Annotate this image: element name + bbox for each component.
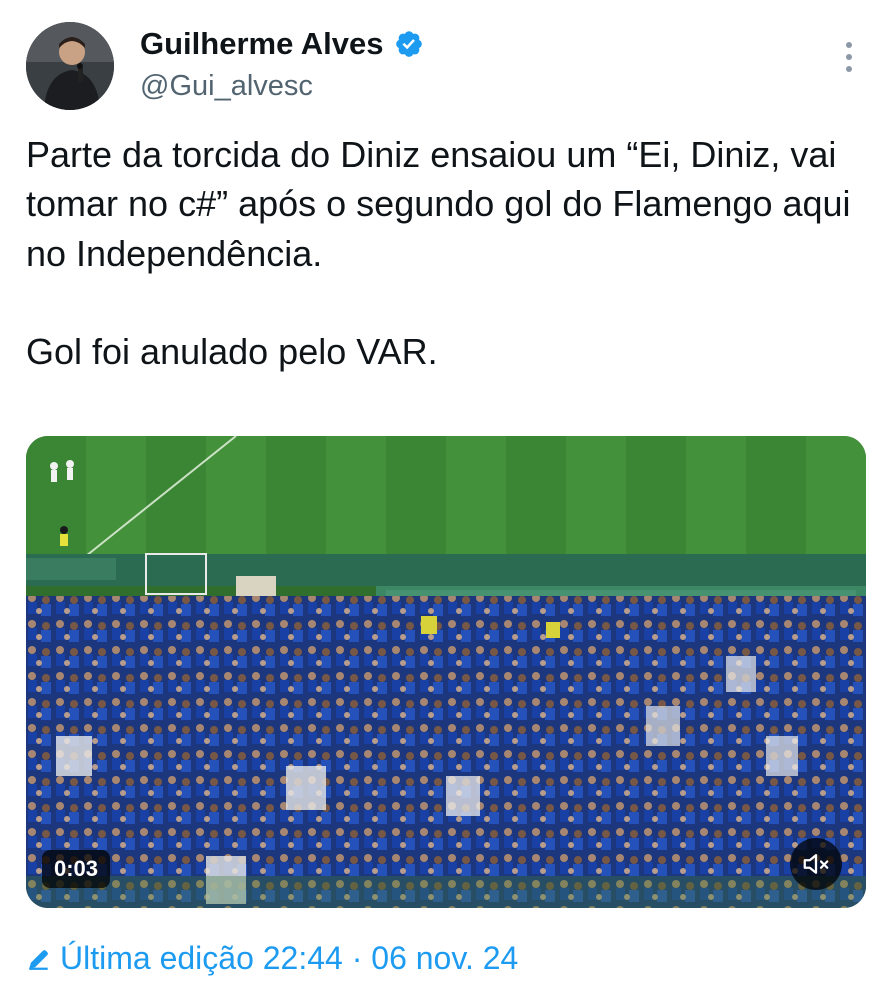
author-handle[interactable]: @Gui_alvesc: [140, 70, 313, 103]
video-frame-stadium: [26, 436, 866, 908]
edit-label: Última edição 22:44 · 06 nov. 24: [60, 940, 519, 976]
tweet-text: Parte da torcida do Diniz ensaiou um “Ei…: [26, 130, 866, 376]
author-name-row: Guilherme Alves: [140, 26, 424, 62]
tweet-paragraph: Parte da torcida do Diniz ensaiou um “Ei…: [26, 134, 851, 274]
avatar-photo-icon: [26, 22, 114, 110]
author-avatar[interactable]: [26, 22, 114, 110]
author-display-name[interactable]: Guilherme Alves: [140, 26, 384, 62]
more-options-icon[interactable]: [838, 42, 860, 72]
tweet-paragraph: Gol foi anulado pelo VAR.: [26, 330, 438, 372]
video-timestamp: 0:03: [42, 850, 111, 888]
verified-badge-icon: [394, 29, 424, 59]
edit-history-link[interactable]: Última edição 22:44 · 06 nov. 24: [26, 940, 518, 977]
pencil-icon: [29, 949, 48, 970]
speaker-muted-icon[interactable]: [790, 838, 842, 890]
tweet-video[interactable]: 0:03: [26, 436, 866, 908]
